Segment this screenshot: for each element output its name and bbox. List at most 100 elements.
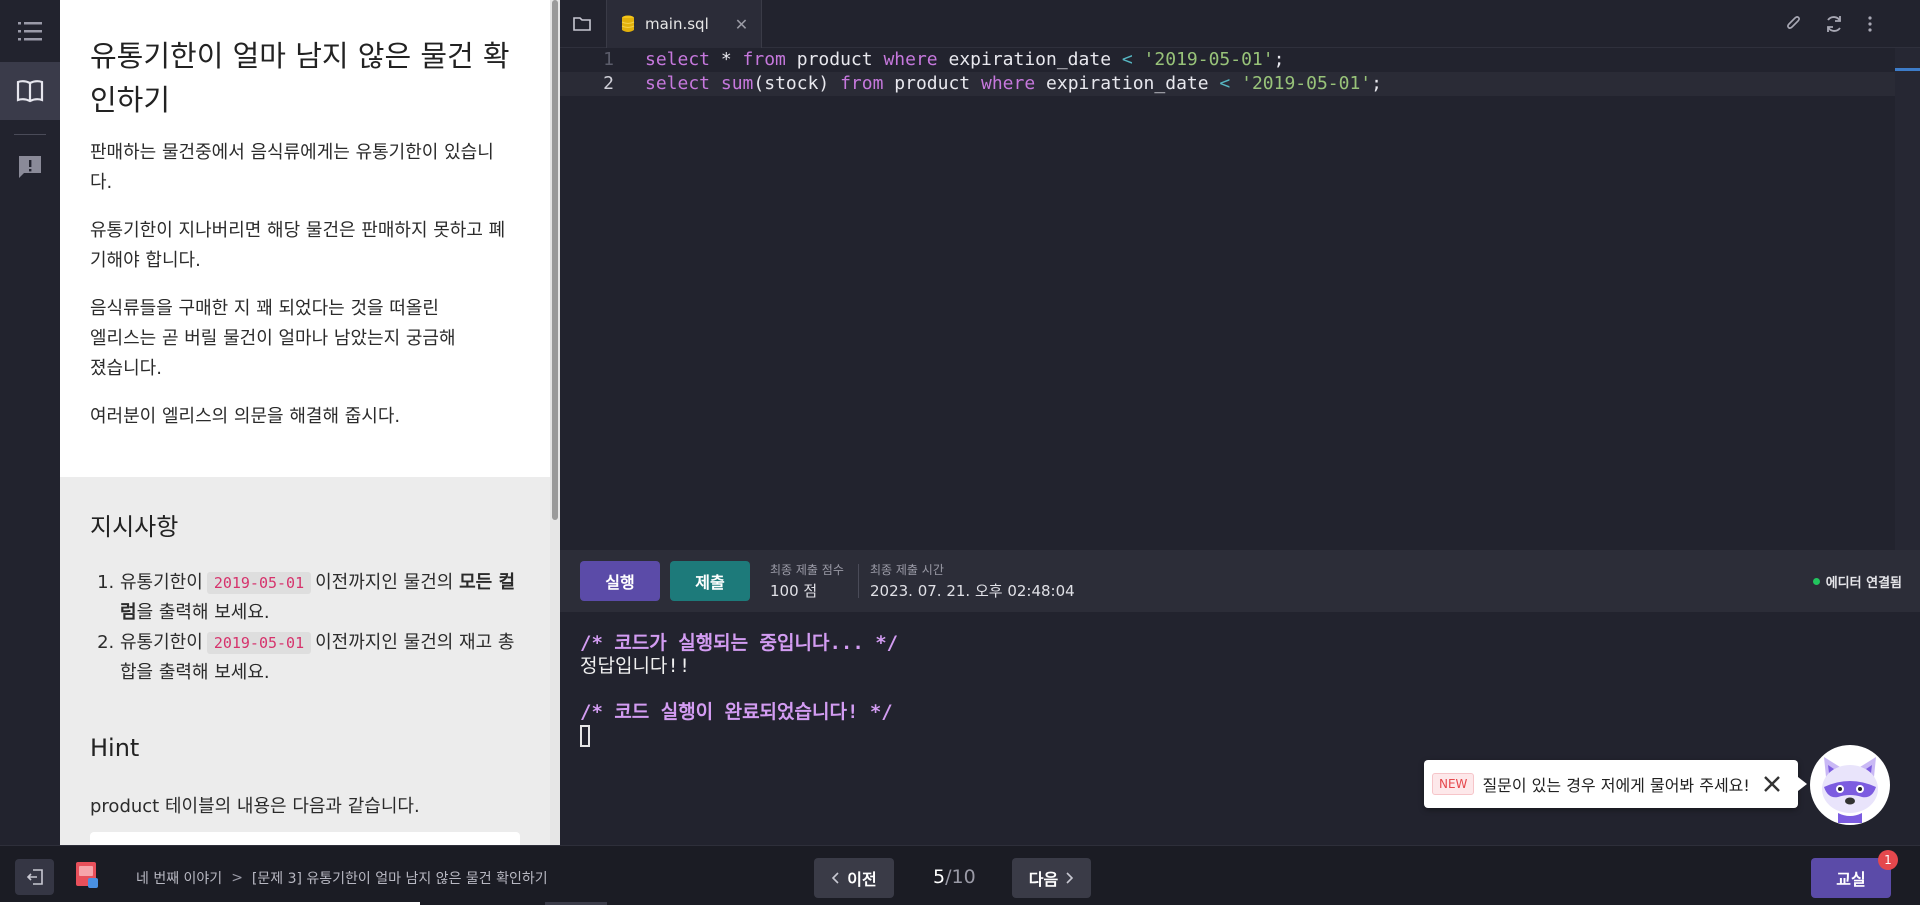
feedback-button[interactable] — [0, 138, 60, 196]
icon-rail — [0, 0, 60, 845]
file-explorer-button[interactable] — [560, 0, 604, 48]
page-indicator: 5/10 — [933, 866, 976, 888]
console-done-line: /* 코드 실행이 완료되었습니다! */ — [580, 701, 893, 723]
run-button[interactable]: 실행 — [580, 561, 660, 601]
hint-text: product 테이블의 내용은 다음과 같습니다. — [90, 796, 420, 817]
attach-icon — [1787, 16, 1800, 29]
console-input-line[interactable] — [580, 724, 1920, 747]
course-thumbnail — [74, 860, 100, 890]
page-current: 5 — [933, 866, 946, 888]
breadcrumb-item[interactable]: [문제 3] 유통기한이 얼마 남지 않은 물건 확인하기 — [252, 868, 548, 888]
connection-label: 에디터 연결됨 — [1825, 576, 1902, 591]
problem-tab-button[interactable] — [0, 62, 60, 120]
editor-scrollbar[interactable] — [1895, 48, 1920, 550]
problem-panel: 유통기한이 얼마 남지 않은 물건 확인하기 판매하는 물건중에서 음식류에게는… — [60, 0, 550, 845]
console-running-line: /* 코드가 실행되는 중입니다... */ — [580, 632, 899, 654]
book-icon — [16, 80, 44, 103]
editor-tabbar: main.sql ✕ — [560, 0, 1920, 48]
exit-icon — [26, 869, 43, 885]
meta-divider — [858, 564, 859, 598]
more-button[interactable] — [1858, 12, 1882, 36]
attach-button[interactable] — [1782, 12, 1806, 36]
menu-icon — [18, 22, 42, 41]
database-icon — [621, 15, 635, 32]
score-value: 100 점 — [770, 582, 818, 600]
scrollbar-marker — [1895, 68, 1920, 71]
code-editor: main.sql ✕ 1 select * from product where… — [560, 0, 1920, 550]
line-number: 1 — [603, 49, 614, 70]
code-line[interactable]: 1 select * from product where expiration… — [560, 48, 1895, 72]
code-chip: 2019-05-01 — [206, 632, 312, 654]
line-number: 2 — [603, 73, 614, 94]
time-label: 최종 제출 시간 — [870, 563, 944, 577]
submit-button[interactable]: 제출 — [670, 561, 750, 601]
instruction-item: 유통기한이2019-05-01이전까지인 물건의 재고 총합을 출력해 보세요. — [120, 628, 520, 688]
instruction-text: 유통기한이 — [120, 572, 203, 593]
action-bar: 실행 제출 최종 제출 점수 100 점 최종 제출 시간 2023. 07. … — [560, 550, 1920, 612]
tab-label: main.sql — [645, 15, 709, 33]
course-book-icon — [76, 862, 98, 888]
score-label: 최종 제출 점수 — [770, 563, 844, 577]
notification-badge: 1 — [1878, 850, 1898, 870]
problem-paragraph: 판매하는 물건중에서 음식류에게는 유통기한이 있습니다. — [90, 142, 494, 193]
chevron-left-icon — [832, 872, 839, 884]
chatbot-mascot-button[interactable] — [1810, 745, 1890, 825]
breadcrumb: 네 번째 이야기 > [문제 3] 유통기한이 얼마 남지 않은 물건 확인하기 — [136, 868, 548, 888]
instruction-text: 유통기한이 — [120, 632, 203, 653]
next-label: 다음 — [1028, 870, 1059, 889]
instruction-item: 유통기한이2019-05-01이전까지인 물건의 모든 컬럼을 출력해 보세요. — [120, 568, 520, 628]
exit-button[interactable] — [15, 859, 54, 895]
problem-paragraph: 음식류들을 구매한 지 꽤 되었다는 것을 떠올린 엘리스는 곧 버릴 물건이 … — [90, 298, 456, 379]
chevron-right-icon — [1066, 872, 1074, 884]
scrollbar-thumb[interactable] — [552, 0, 558, 520]
raccoon-mascot-icon — [1822, 757, 1878, 823]
console-cursor — [580, 724, 590, 747]
close-icon — [1764, 776, 1780, 792]
output-console[interactable]: /* 코드가 실행되는 중입니다... */ 정답입니다!! /* 코드 실행이… — [560, 612, 1920, 845]
instruction-text: 을 출력해 보세요. — [136, 602, 270, 623]
time-value: 2023. 07. 21. 오후 02:48:04 — [870, 582, 1075, 600]
bottom-bar: 네 번째 이야기 > [문제 3] 유통기한이 얼마 남지 않은 물건 확인하기… — [0, 845, 1920, 905]
app: 유통기한이 얼마 남지 않은 물건 확인하기 판매하는 물건중에서 음식류에게는… — [0, 0, 1920, 905]
console-output-line: 정답입니다!! — [580, 655, 691, 677]
reset-button[interactable] — [1822, 12, 1846, 36]
more-icon — [1868, 16, 1872, 32]
hint-title: Hint — [90, 734, 140, 762]
menu-button[interactable] — [0, 2, 60, 60]
score-info: 최종 제출 점수 100 점 — [770, 562, 844, 602]
problem-paragraph: 여러분이 엘리스의 의문을 해결해 줍시다. — [90, 406, 401, 427]
connection-status: 에디터 연결됨 — [1812, 572, 1902, 591]
hint-table-preview — [90, 832, 520, 845]
page-total: /10 — [945, 866, 976, 888]
rail-divider — [14, 134, 46, 135]
close-tab-icon[interactable]: ✕ — [735, 15, 748, 34]
breadcrumb-separator: > — [231, 870, 243, 886]
code-line[interactable]: 2 select sum(stock) from product where e… — [560, 72, 1895, 96]
chat-bubble-text: 질문이 있는 경우 저에게 물어봐 주세요! — [1482, 776, 1750, 795]
breadcrumb-item[interactable]: 네 번째 이야기 — [136, 868, 222, 888]
submit-time-info: 최종 제출 시간 2023. 07. 21. 오후 02:48:04 — [870, 562, 1075, 602]
folder-icon — [573, 17, 591, 31]
new-badge: NEW — [1432, 773, 1475, 795]
code-chip: 2019-05-01 — [206, 572, 312, 594]
code-area[interactable]: 1 select * from product where expiration… — [560, 48, 1920, 550]
instructions-list: 유통기한이2019-05-01이전까지인 물건의 모든 컬럼을 출력해 보세요.… — [90, 568, 520, 688]
instructions-title: 지시사항 — [90, 513, 179, 541]
prev-label: 이전 — [847, 870, 877, 889]
close-bubble-button[interactable] — [1760, 772, 1784, 796]
problem-paragraph: 유통기한이 지나버리면 해당 물건은 판매하지 못하고 폐기해야 합니다. — [90, 220, 506, 271]
code-text: select sum(stock) from product where exp… — [645, 73, 1382, 94]
instruction-text: 이전까지인 물건의 — [315, 572, 454, 593]
status-dot — [1812, 578, 1820, 585]
code-text: select * from product where expiration_d… — [645, 49, 1285, 70]
prev-button[interactable]: 이전 — [814, 858, 894, 898]
problem-title: 유통기한이 얼마 남지 않은 물건 확인하기 — [90, 39, 510, 117]
next-button[interactable]: 다음 — [1012, 858, 1091, 898]
instructions-section: 지시사항 유통기한이2019-05-01이전까지인 물건의 모든 컬럼을 출력해… — [60, 477, 550, 845]
help-chat-bubble[interactable]: NEW 질문이 있는 경우 저에게 물어봐 주세요! — [1424, 760, 1807, 808]
problem-scrollbar[interactable] — [550, 0, 560, 845]
refresh-icon — [1827, 16, 1841, 32]
tab-main-sql[interactable]: main.sql ✕ — [606, 0, 762, 48]
feedback-icon — [19, 156, 41, 178]
